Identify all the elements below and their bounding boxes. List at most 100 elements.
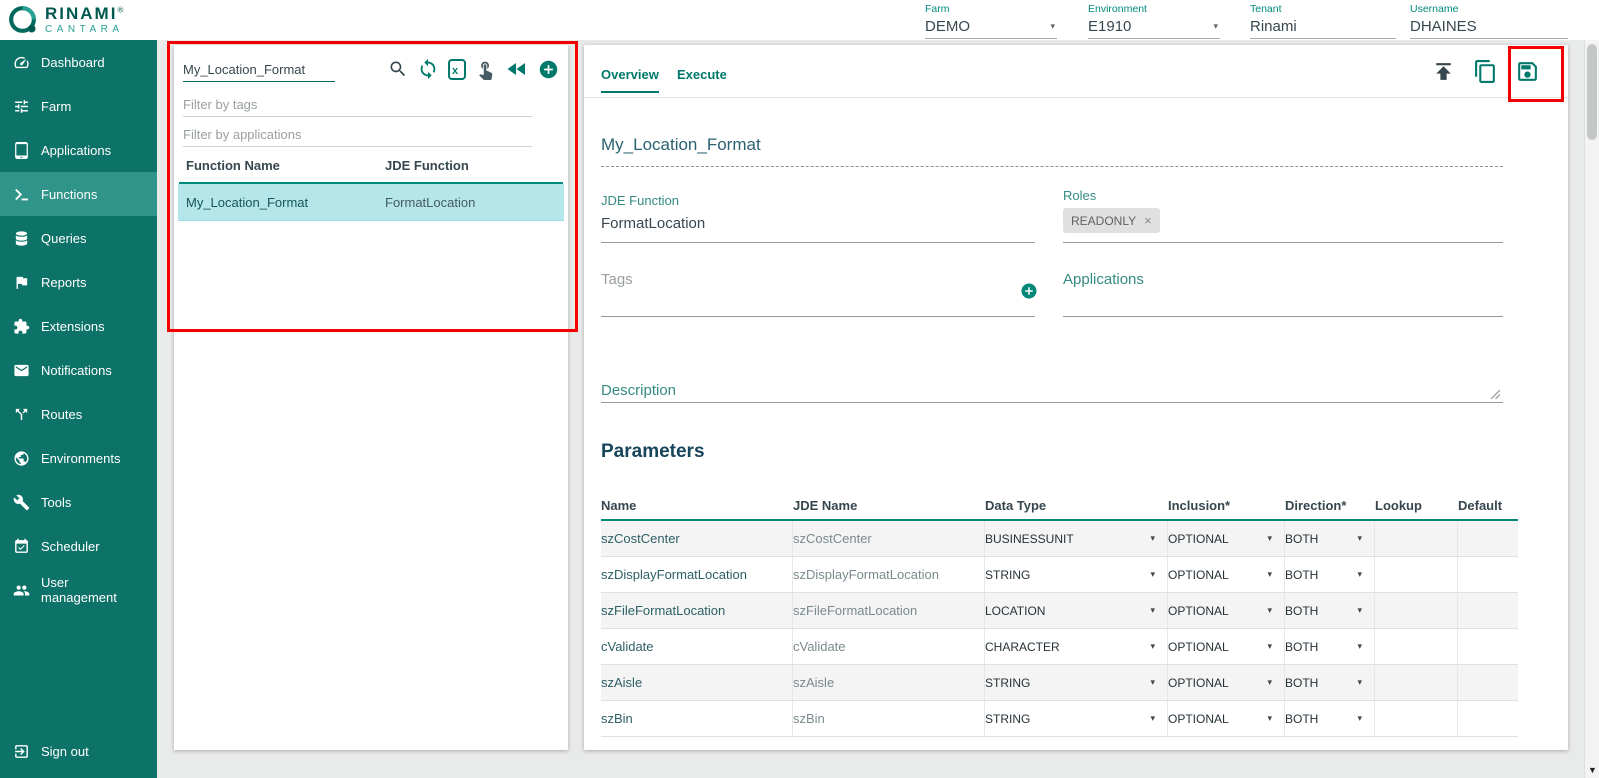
inclusion-select[interactable]: OPTIONAL▾ [1168,521,1285,556]
applications-input-underline[interactable] [1063,316,1503,317]
save-icon[interactable] [1515,59,1540,84]
sidebar-item-tools[interactable]: Tools [0,480,157,524]
col-header-data-type: Data Type [985,498,1168,513]
jde-function-input[interactable]: FormatLocation [601,215,705,232]
data-type-select[interactable]: LOCATION▾ [985,593,1168,628]
param-name-field[interactable]: szAisle [601,665,793,700]
function-search-input[interactable] [183,57,335,82]
lookup-field[interactable] [1375,557,1458,592]
default-field[interactable] [1458,521,1518,556]
data-type-select[interactable]: STRING▾ [985,701,1168,736]
add-function-icon[interactable] [538,59,559,80]
col-header-direction: Direction* [1285,498,1375,513]
search-icon[interactable] [388,59,408,79]
data-type-select[interactable]: CHARACTER▾ [985,629,1168,664]
chevron-down-icon: ▾ [1267,569,1272,580]
lookup-field[interactable] [1375,593,1458,628]
reports-icon [13,274,30,291]
inclusion-select[interactable]: OPTIONAL▾ [1168,629,1285,664]
farm-select[interactable]: Farm DEMO ▾ [925,1,1057,39]
environment-select[interactable]: Environment E1910 ▾ [1088,1,1220,39]
direction-select[interactable]: BOTH▾ [1285,701,1375,736]
tab-overview[interactable]: Overview [601,67,659,93]
rewind-icon[interactable] [505,57,529,81]
sidebar-item-environments[interactable]: Environments [0,436,157,480]
sidebar-item-label: Reports [41,275,87,290]
parameter-row: szDisplayFormatLocation szDisplayFormatL… [601,557,1518,593]
filter-by-applications-input[interactable] [183,123,532,147]
direction-select[interactable]: BOTH▾ [1285,629,1375,664]
data-type-select[interactable]: STRING▾ [985,557,1168,592]
sidebar-item-queries[interactable]: Queries [0,216,157,260]
lookup-field[interactable] [1375,665,1458,700]
sign-out-icon [13,743,30,760]
scrollbar-thumb[interactable] [1587,44,1597,140]
param-jde-name: szDisplayFormatLocation [793,557,985,592]
inclusion-select[interactable]: OPTIONAL▾ [1168,593,1285,628]
sidebar-item-user-management[interactable]: User management [0,568,157,612]
refresh-icon[interactable] [417,58,439,80]
copy-icon[interactable] [1473,59,1498,84]
tags-input[interactable]: Tags [601,271,633,288]
excel-export-icon[interactable]: x [448,59,466,80]
filter-by-tags-input[interactable] [183,93,532,117]
add-tag-icon[interactable] [1020,282,1038,300]
data-type-select[interactable]: BUSINESSUNIT▾ [985,521,1168,556]
inclusion-select[interactable]: OPTIONAL▾ [1168,557,1285,592]
function-name-cell: My_Location_Format [186,195,308,210]
col-header-jde-name: JDE Name [793,498,985,513]
direction-select[interactable]: BOTH▾ [1285,593,1375,628]
param-name-field[interactable]: szCostCenter [601,521,793,556]
param-name-field[interactable]: szBin [601,701,793,736]
lookup-field[interactable] [1375,521,1458,556]
sidebar-item-functions[interactable]: Functions [0,172,157,216]
description-textarea-underline[interactable] [601,402,1503,403]
column-header-function-name: Function Name [186,158,280,173]
default-field[interactable] [1458,629,1518,664]
jde-function-label: JDE Function [601,193,679,208]
direction-value: BOTH [1285,712,1318,726]
default-field[interactable] [1458,665,1518,700]
tab-execute[interactable]: Execute [677,67,727,91]
chevron-down-icon: ▾ [1050,21,1055,32]
function-list-panel: x Function Name JDE Function My_Location… [174,45,568,750]
lookup-field[interactable] [1375,701,1458,736]
direction-select[interactable]: BOTH▾ [1285,557,1375,592]
direction-select[interactable]: BOTH▾ [1285,665,1375,700]
sidebar-item-notifications[interactable]: Notifications [0,348,157,392]
inclusion-value: OPTIONAL [1168,676,1229,690]
param-name-field[interactable]: cValidate [601,629,793,664]
param-name-field[interactable]: szDisplayFormatLocation [601,557,793,592]
inclusion-select[interactable]: OPTIONAL▾ [1168,701,1285,736]
sidebar-item-reports[interactable]: Reports [0,260,157,304]
sidebar-item-dashboard[interactable]: Dashboard [0,40,157,84]
inclusion-select[interactable]: OPTIONAL▾ [1168,665,1285,700]
remove-role-icon[interactable]: × [1144,213,1152,228]
default-field[interactable] [1458,557,1518,592]
username-label: Username [1410,3,1568,15]
sidebar-item-label: Applications [41,143,111,158]
resize-handle-icon[interactable] [1490,389,1501,400]
sidebar-item-sign-out[interactable]: Sign out [0,729,157,773]
sidebar-item-applications[interactable]: Applications [0,128,157,172]
param-name-field[interactable]: szFileFormatLocation [601,593,793,628]
sidebar-item-routes[interactable]: Routes [0,392,157,436]
sidebar-item-label: Notifications [41,363,112,378]
username-value: DHAINES [1410,18,1568,35]
sidebar-item-farm[interactable]: Farm [0,84,157,128]
hand-pointer-icon[interactable] [475,59,496,80]
direction-select[interactable]: BOTH▾ [1285,521,1375,556]
default-field[interactable] [1458,593,1518,628]
chevron-down-icon: ▾ [1213,21,1218,32]
upload-icon[interactable] [1431,59,1456,84]
scroll-down-arrow-icon[interactable]: ▼ [1585,763,1599,777]
roles-input-underline[interactable] [1063,242,1503,243]
default-field[interactable] [1458,701,1518,736]
data-type-select[interactable]: STRING▾ [985,665,1168,700]
function-list-row[interactable]: My_Location_Format FormatLocation [178,184,564,221]
sidebar-item-scheduler[interactable]: Scheduler [0,524,157,568]
inclusion-value: OPTIONAL [1168,532,1229,546]
sidebar-item-extensions[interactable]: Extensions [0,304,157,348]
chevron-down-icon: ▾ [1357,533,1362,544]
lookup-field[interactable] [1375,629,1458,664]
